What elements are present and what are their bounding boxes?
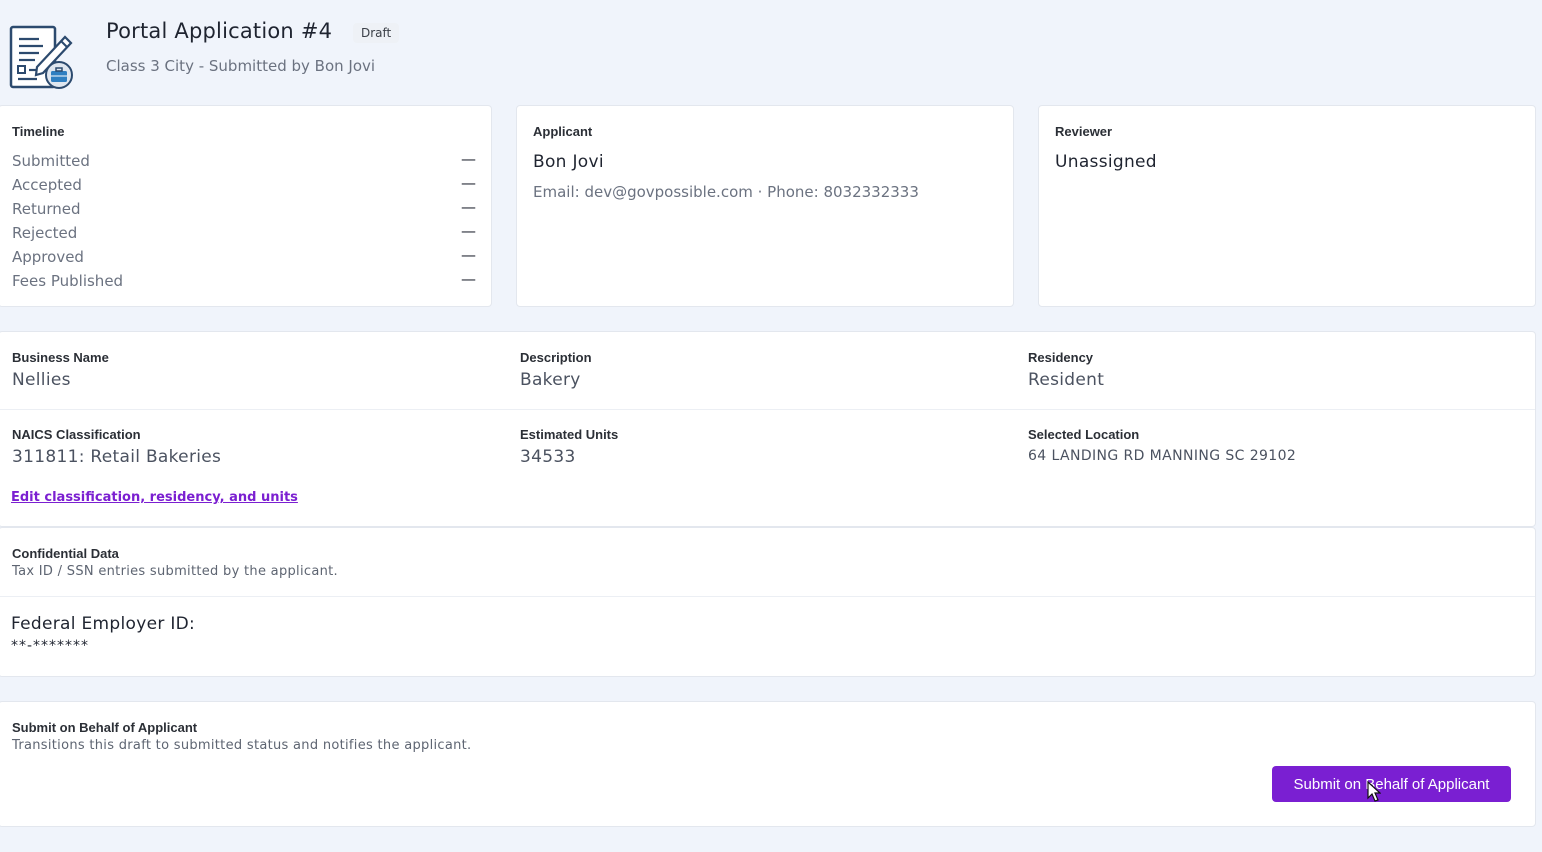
reviewer-card: Reviewer Unassigned — [1038, 105, 1536, 307]
timeline-label: Timeline — [12, 124, 65, 139]
submit-on-behalf-button[interactable]: Submit on Behalf of Applicant — [1272, 766, 1511, 802]
timeline-row: Submitted — — [12, 150, 476, 172]
applicant-contact: Email: dev@govpossible.com · Phone: 8032… — [533, 183, 919, 201]
naics-label: NAICS Classification — [12, 427, 141, 442]
applicant-label: Applicant — [533, 124, 593, 139]
timeline-row: Accepted — — [12, 174, 476, 196]
selected-location-label: Selected Location — [1028, 427, 1140, 442]
timeline-card: Timeline Submitted — Accepted — Returned… — [0, 105, 492, 307]
timeline-row: Rejected — — [12, 222, 476, 244]
description-label: Description — [520, 350, 592, 365]
timeline-item-label: Submitted — [12, 152, 90, 170]
business-name-label: Business Name — [12, 350, 109, 365]
timeline-item-value: — — [461, 198, 476, 216]
description-value: Bakery — [520, 370, 581, 390]
business-name-value: Nellies — [12, 370, 71, 390]
residency-value: Resident — [1028, 370, 1105, 390]
divider — [0, 409, 1535, 410]
submit-section-label: Submit on Behalf of Applicant — [12, 720, 198, 735]
timeline-item-label: Returned — [12, 200, 81, 218]
timeline-row: Returned — — [12, 198, 476, 220]
submit-section-description: Transitions this draft to submitted stat… — [12, 738, 472, 753]
application-document-icon — [9, 25, 73, 89]
submit-card: Submit on Behalf of Applicant Transition… — [0, 701, 1536, 827]
edit-classification-link[interactable]: Edit classification, residency, and unit… — [11, 490, 298, 505]
timeline-item-value: — — [461, 222, 476, 240]
timeline-item-value: — — [461, 150, 476, 168]
reviewer-label: Reviewer — [1055, 124, 1113, 139]
fein-label: Federal Employer ID: — [11, 614, 196, 634]
selected-location-value: 64 LANDING RD MANNING SC 29102 — [1028, 448, 1297, 464]
confidential-data-description: Tax ID / SSN entries submitted by the ap… — [12, 564, 338, 579]
confidential-data-card: Confidential Data Tax ID / SSN entries s… — [0, 527, 1536, 677]
timeline-item-value: — — [461, 270, 476, 288]
status-badge: Draft — [353, 23, 400, 43]
page-title: Portal Application #4 — [106, 19, 333, 43]
applicant-name: Bon Jovi — [533, 152, 604, 172]
timeline-item-label: Rejected — [12, 224, 78, 242]
confidential-data-label: Confidential Data — [12, 546, 119, 561]
timeline-row: Approved — — [12, 246, 476, 268]
mouse-cursor-icon — [1367, 781, 1381, 802]
timeline-item-label: Accepted — [12, 176, 82, 194]
reviewer-name: Unassigned — [1055, 152, 1157, 172]
fein-value: **-******* — [11, 638, 90, 654]
timeline-item-value: — — [461, 246, 476, 264]
estimated-units-value: 34533 — [520, 447, 576, 467]
page-header: Portal Application #4 Draft Class 3 City… — [0, 0, 1542, 100]
page-subtitle: Class 3 City - Submitted by Bon Jovi — [106, 57, 376, 75]
timeline-item-label: Approved — [12, 248, 84, 266]
residency-label: Residency — [1028, 350, 1094, 365]
applicant-card: Applicant Bon Jovi Email: dev@govpossibl… — [516, 105, 1014, 307]
timeline-item-value: — — [461, 174, 476, 192]
timeline-row: Fees Published — — [12, 270, 476, 292]
naics-value: 311811: Retail Bakeries — [12, 447, 222, 467]
timeline-item-label: Fees Published — [12, 272, 124, 290]
estimated-units-label: Estimated Units — [520, 427, 619, 442]
divider — [0, 596, 1535, 597]
